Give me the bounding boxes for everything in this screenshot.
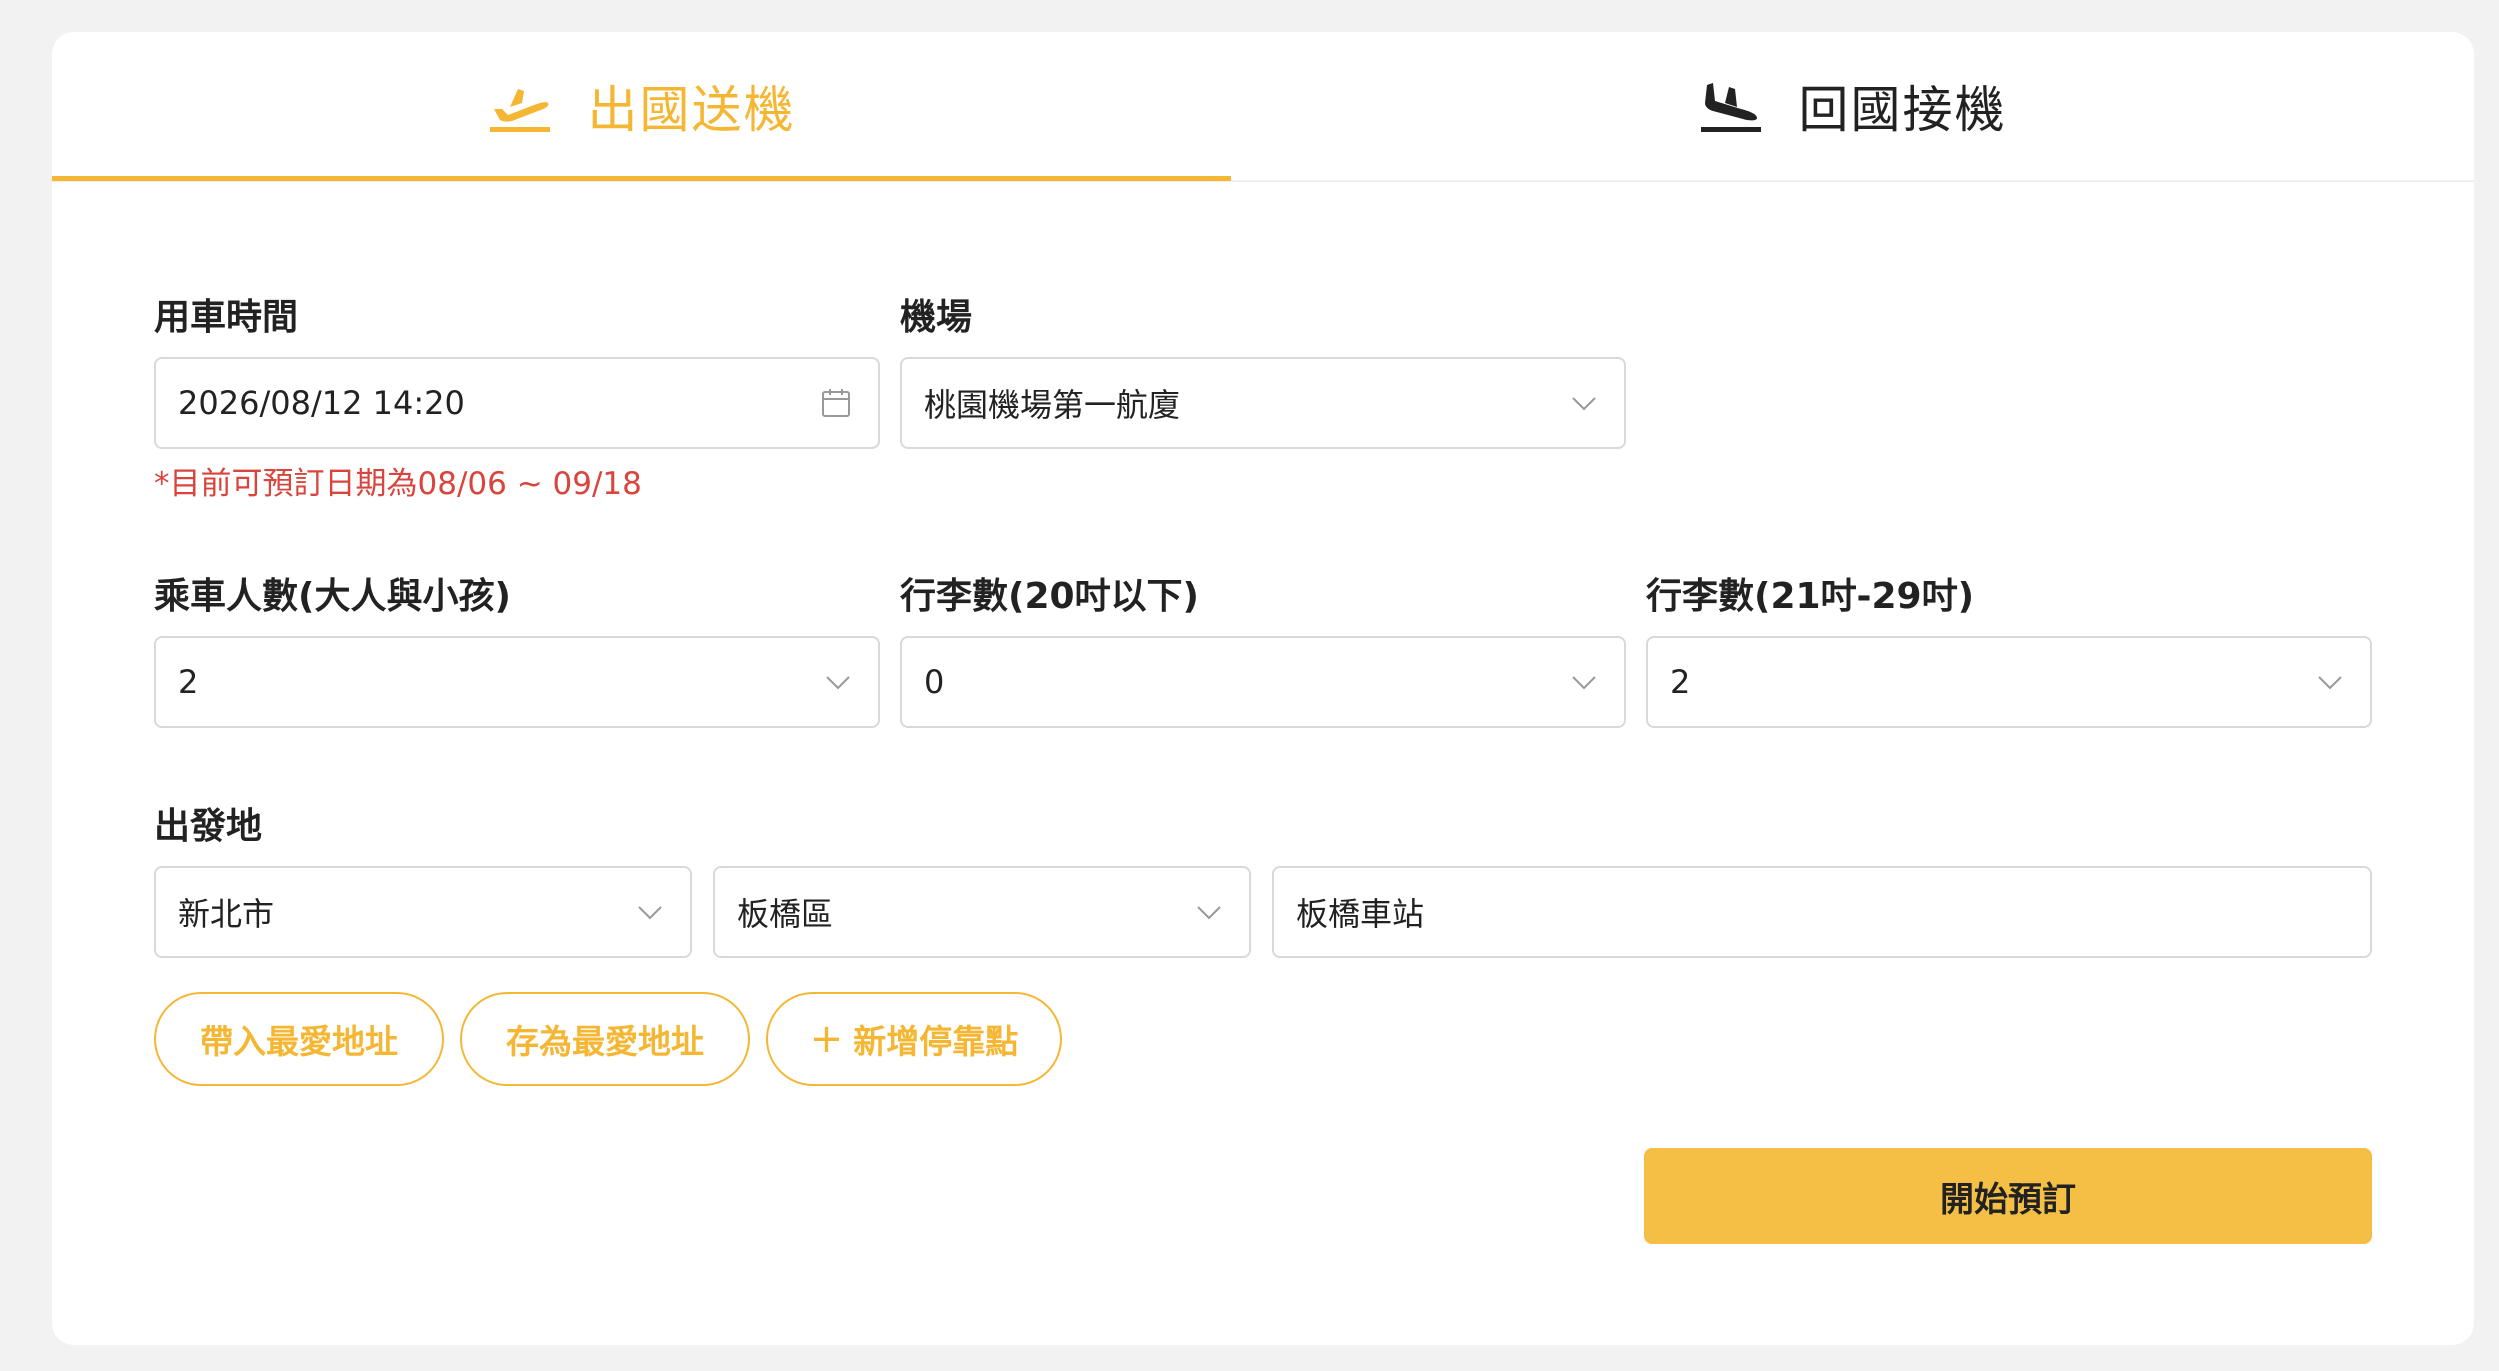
pickup-time-label: 用車時間 bbox=[154, 297, 299, 338]
add-stop-button[interactable]: + 新增停靠點 bbox=[766, 992, 1062, 1086]
load-favorite-address-button[interactable]: 帶入最愛地址 bbox=[154, 992, 444, 1086]
passengers-value: 2 bbox=[178, 663, 199, 701]
origin-label: 出發地 bbox=[154, 806, 263, 847]
luggage-small-select[interactable]: 0 bbox=[900, 636, 1626, 728]
chevron-down-icon bbox=[1197, 906, 1221, 920]
calendar-icon bbox=[822, 389, 850, 417]
save-favorite-address-button[interactable]: 存為最愛地址 bbox=[460, 992, 750, 1086]
origin-city-value: 新北市 bbox=[178, 895, 275, 933]
luggage-large-label: 行李數(21吋-29吋) bbox=[1646, 576, 1975, 617]
tab-departure[interactable]: 出國送機 bbox=[52, 32, 1231, 180]
passengers-label: 乘車人數(大人與小孩) bbox=[154, 576, 511, 617]
date-range-note: *目前可預訂日期為08/06 ~ 09/18 bbox=[154, 466, 642, 502]
tab-arrival[interactable]: 回國接機 bbox=[1231, 32, 2474, 180]
active-tab-indicator bbox=[52, 176, 1231, 181]
add-stop-label: 新增停靠點 bbox=[853, 1022, 1019, 1061]
tab-departure-label: 出國送機 bbox=[587, 81, 796, 139]
pickup-time-input[interactable]: 2026/08/12 14:20 bbox=[154, 357, 880, 449]
chevron-down-icon bbox=[826, 676, 850, 690]
origin-address-input[interactable]: 板橋車站 bbox=[1272, 866, 2372, 958]
tab-arrival-label: 回國接機 bbox=[1798, 81, 2007, 139]
booking-card: 出國送機 回國接機 用車時間 2026/08/12 14:20 *目前可預訂日期… bbox=[52, 32, 2474, 1345]
trip-type-tabs: 出國送機 回國接機 bbox=[52, 32, 2474, 182]
airport-value: 桃園機場第一航廈 bbox=[924, 386, 1181, 424]
start-booking-label: 開始預訂 bbox=[1940, 1179, 2076, 1220]
luggage-small-label: 行李數(20吋以下) bbox=[900, 576, 1200, 617]
luggage-large-value: 2 bbox=[1670, 663, 1691, 701]
origin-district-value: 板橋區 bbox=[737, 895, 834, 933]
plane-takeoff-icon bbox=[489, 89, 550, 132]
airport-select[interactable]: 桃園機場第一航廈 bbox=[900, 357, 1626, 449]
chevron-down-icon bbox=[2318, 676, 2342, 690]
origin-address-value: 板橋車站 bbox=[1296, 895, 1425, 933]
save-favorite-address-label: 存為最愛地址 bbox=[506, 1022, 704, 1061]
origin-district-select[interactable]: 板橋區 bbox=[713, 866, 1251, 958]
passengers-select[interactable]: 2 bbox=[154, 636, 880, 728]
plane-landing-icon bbox=[1700, 83, 1761, 132]
luggage-small-value: 0 bbox=[924, 663, 945, 701]
load-favorite-address-label: 帶入最愛地址 bbox=[200, 1022, 398, 1061]
plus-icon: + bbox=[809, 1016, 844, 1062]
chevron-down-icon bbox=[1572, 397, 1596, 411]
luggage-large-select[interactable]: 2 bbox=[1646, 636, 2372, 728]
start-booking-button[interactable]: 開始預訂 bbox=[1644, 1148, 2372, 1244]
pickup-time-value: 2026/08/12 14:20 bbox=[178, 384, 465, 422]
chevron-down-icon bbox=[638, 906, 662, 920]
origin-city-select[interactable]: 新北市 bbox=[154, 866, 692, 958]
chevron-down-icon bbox=[1572, 676, 1596, 690]
airport-label: 機場 bbox=[900, 297, 973, 338]
